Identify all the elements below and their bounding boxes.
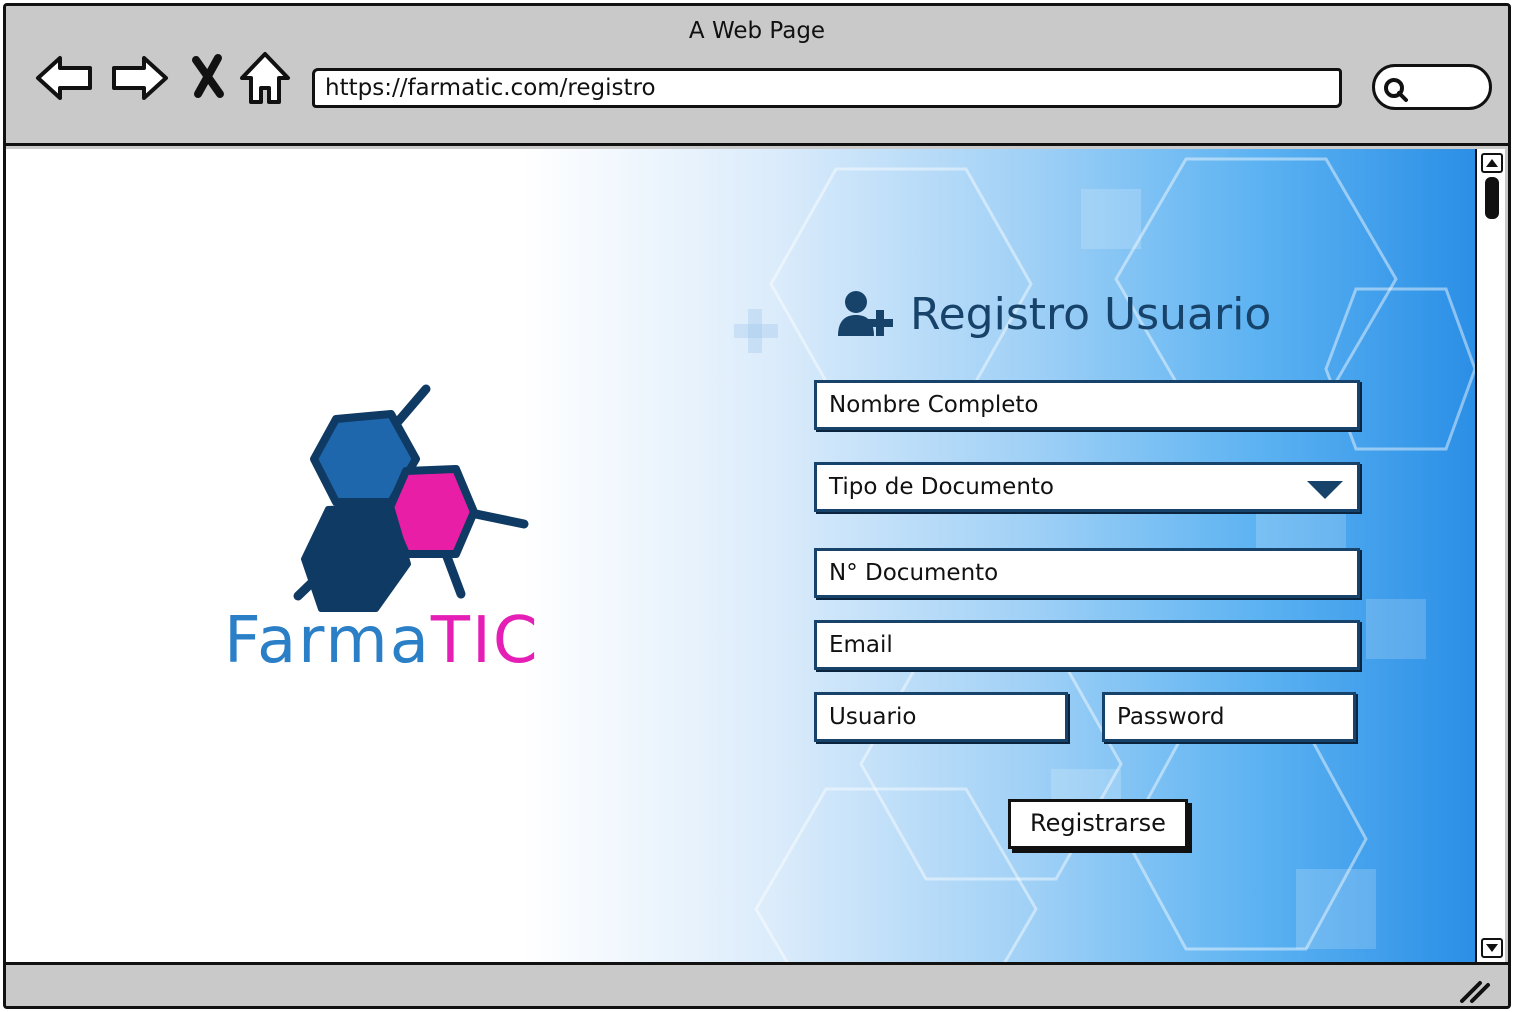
brand-wordmark: FarmaTIC (224, 604, 540, 678)
register-button[interactable]: Registrarse (1008, 799, 1188, 849)
home-icon (240, 52, 290, 104)
document-number-field[interactable]: N° Documento (814, 548, 1360, 598)
email-placeholder: Email (829, 632, 893, 658)
arrow-right-icon (112, 56, 168, 100)
triangle-up-icon (1486, 159, 1498, 167)
forward-button[interactable] (108, 50, 170, 106)
search-icon (1384, 78, 1408, 102)
browser-search-box[interactable] (1372, 64, 1492, 110)
vertical-scrollbar[interactable] (1475, 149, 1505, 962)
browser-titlebar: A Web Page https://farmatic.com/registro (6, 6, 1508, 146)
scroll-down-button[interactable] (1481, 938, 1503, 958)
password-placeholder: Password (1117, 704, 1225, 730)
full-name-placeholder: Nombre Completo (829, 392, 1039, 418)
triangle-down-icon (1486, 944, 1498, 952)
password-field[interactable]: Password (1102, 692, 1356, 742)
brand-name-farma: Farma (224, 604, 431, 678)
window-title: A Web Page (688, 18, 826, 44)
email-field[interactable]: Email (814, 620, 1360, 670)
address-bar[interactable]: https://farmatic.com/registro (312, 68, 1342, 108)
resize-grip-icon[interactable] (1458, 977, 1492, 1005)
page-title: Registro Usuario (910, 288, 1272, 340)
scroll-up-button[interactable] (1481, 153, 1503, 173)
document-type-value: Tipo de Documento (829, 474, 1055, 500)
username-placeholder: Usuario (829, 704, 917, 730)
home-button[interactable] (238, 50, 292, 106)
username-field[interactable]: Usuario (814, 692, 1068, 742)
brand-name-tic: TIC (430, 604, 540, 678)
chevron-down-icon (1307, 481, 1343, 499)
status-bar (6, 962, 1508, 1006)
stop-button[interactable] (188, 50, 228, 106)
scroll-thumb[interactable] (1485, 177, 1499, 219)
full-name-field[interactable]: Nombre Completo (814, 380, 1360, 430)
close-icon (192, 54, 224, 98)
back-button[interactable] (34, 50, 96, 106)
browser-window: A Web Page https://farmatic.com/registro (3, 3, 1511, 1009)
page-content: FarmaTIC Registro Usuario Nombre Complet… (6, 149, 1475, 965)
arrow-left-icon (36, 56, 92, 100)
document-number-placeholder: N° Documento (829, 560, 999, 586)
document-type-select[interactable]: Tipo de Documento (814, 462, 1360, 512)
form-header: Registro Usuario (836, 284, 1271, 344)
user-plus-icon (838, 291, 893, 336)
url-text: https://farmatic.com/registro (325, 75, 656, 101)
